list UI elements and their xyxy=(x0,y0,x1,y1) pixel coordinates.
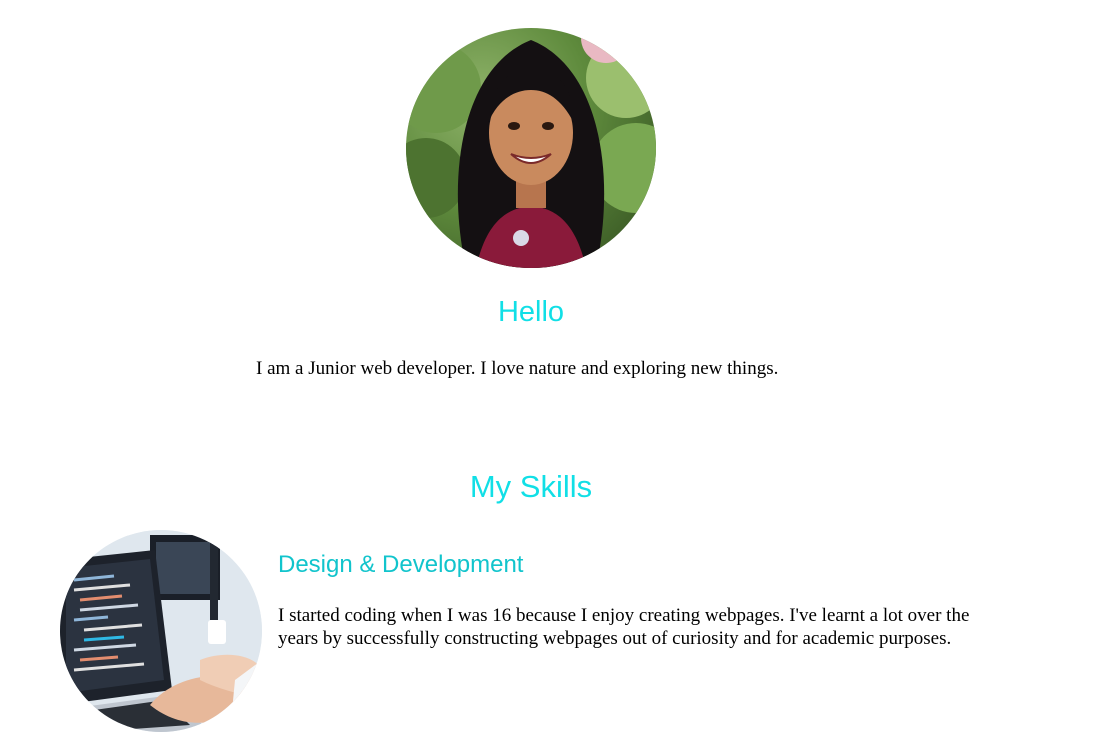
skill-photo xyxy=(60,530,262,732)
profile-photo xyxy=(406,28,656,268)
laptop-coding-illustration xyxy=(60,530,262,732)
intro-text: I am a Junior web developer. I love natu… xyxy=(256,358,779,379)
hello-heading: Hello xyxy=(497,296,565,328)
skill-title: Design & Development xyxy=(278,551,524,578)
portrait-illustration xyxy=(406,28,656,268)
skill-description: I started coding when I was 16 because I… xyxy=(278,605,970,649)
skills-heading: My Skills xyxy=(469,469,593,504)
